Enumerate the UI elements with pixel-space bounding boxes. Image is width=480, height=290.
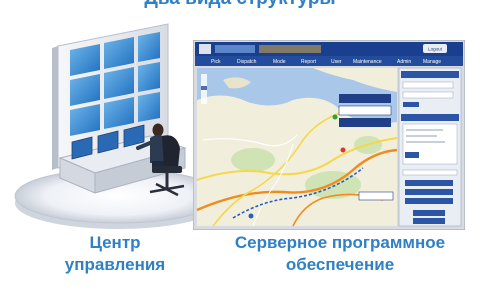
menu-item-report: Report (301, 59, 317, 65)
caption-left-line-2: управления (64, 255, 166, 274)
control-center-caption: Центр управления (40, 232, 190, 276)
menu-item-manage: Manage (423, 59, 441, 65)
menu-item-admin: Admin (397, 59, 411, 65)
menu-item-mode: Mode (273, 59, 286, 65)
menu-item-maintenance: Maintenance (353, 59, 382, 65)
software-screenshot: Logout Pick Dispatch Mode Report User Ma… (193, 40, 465, 230)
caption-left-line-1: Центр (89, 233, 141, 252)
menu-item-user: User (331, 59, 342, 65)
menu-item-pick: Pick (211, 59, 221, 65)
app-menu-bar: Pick Dispatch Mode Report User Maintenan… (195, 56, 463, 66)
wall-screens (70, 32, 160, 136)
logout-button: Logout (428, 47, 443, 52)
menu-item-dispatch: Dispatch (237, 59, 257, 65)
caption-right-line-2: обеспечение (285, 255, 395, 274)
cut-off-heading: Два вида структуры (90, 0, 390, 10)
app-title-bar: Logout (195, 42, 463, 56)
map-view (196, 68, 398, 227)
app-side-panel (398, 67, 462, 227)
caption-right-line-1: Серверное программное (234, 233, 446, 252)
server-software-caption: Серверное программное обеспечение (200, 232, 480, 276)
